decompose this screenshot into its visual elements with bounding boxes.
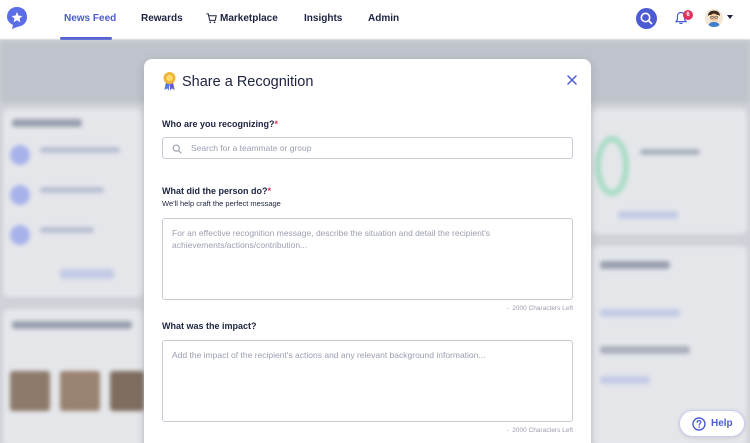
avatar-image <box>705 9 723 27</box>
modal-title: Share a Recognition <box>182 74 314 90</box>
share-recognition-modal: Share a Recognition Who are you recogniz… <box>144 59 591 443</box>
close-icon[interactable] <box>566 74 578 86</box>
what-label: What did the person do?* <box>162 186 271 196</box>
question-circle-icon <box>692 417 706 431</box>
recipient-search-field <box>162 137 573 159</box>
nav-item-insights[interactable]: Insights <box>304 13 342 24</box>
character-counter: - 2000 Characters Left <box>444 427 573 434</box>
search-icon <box>640 12 653 25</box>
nav-item-marketplace[interactable]: Marketplace <box>220 13 278 24</box>
top-nav: News Feed Rewards Marketplace Insights A… <box>0 0 750 40</box>
impact-label: What was the impact? <box>162 321 257 331</box>
counter-text: 2000 Characters Left <box>512 427 573 434</box>
who-label: Who are you recognizing?* <box>162 119 278 129</box>
search-icon <box>172 144 182 154</box>
award-ribbon-icon <box>163 72 176 91</box>
character-counter: - 2000 Characters Left <box>444 305 573 312</box>
counter-text: 2000 Characters Left <box>512 305 573 312</box>
nav-item-news-feed[interactable]: News Feed <box>64 13 116 24</box>
who-label-text: Who are you recognizing? <box>162 119 275 129</box>
cart-icon <box>206 13 217 24</box>
help-button[interactable]: Help <box>679 410 745 437</box>
search-button[interactable] <box>636 8 657 29</box>
required-mark: * <box>267 186 272 196</box>
nav-item-rewards[interactable]: Rewards <box>141 13 183 24</box>
nav-item-admin[interactable]: Admin <box>368 13 399 24</box>
avatar[interactable] <box>705 9 723 27</box>
what-sublabel: We'll help craft the perfect message <box>162 199 281 208</box>
recipient-search-input[interactable] <box>191 141 561 155</box>
required-mark: * <box>274 119 279 129</box>
notification-badge: 6 <box>683 10 693 20</box>
what-label-text: What did the person do? <box>162 186 268 196</box>
help-label: Help <box>711 418 733 429</box>
active-tab-indicator <box>60 37 112 40</box>
logo-icon[interactable] <box>6 6 28 30</box>
impact-textarea[interactable] <box>162 340 573 422</box>
caret-down-icon[interactable] <box>727 15 733 19</box>
recognition-message-textarea[interactable] <box>162 218 573 300</box>
